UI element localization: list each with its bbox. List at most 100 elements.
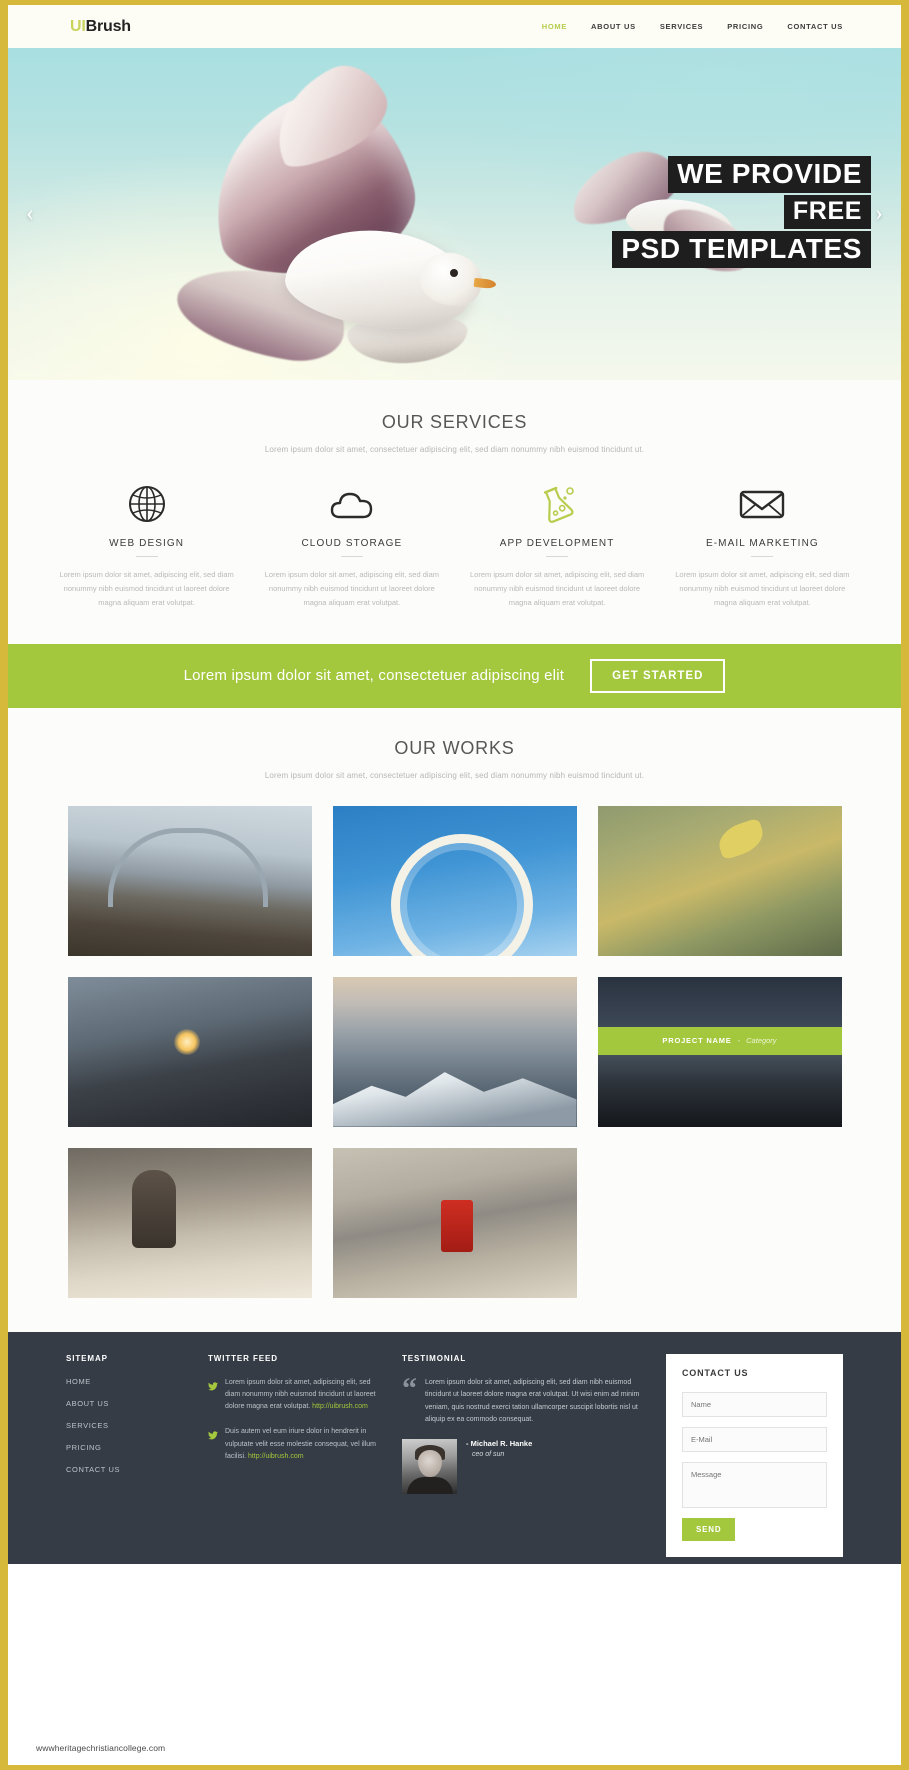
site-header: UIBrush HOME ABOUT US SERVICES PRICING C… [8, 5, 901, 48]
service-name-web-design: WEB DESIGN [109, 538, 185, 549]
logo-ui-text: UI [70, 17, 86, 35]
works-grid: PROJECT NAME - Category [8, 805, 901, 1298]
service-card-web-design[interactable]: WEB DESIGN Lorem ipsum dolor sit amet, a… [44, 482, 249, 610]
works-section: OUR WORKS Lorem ipsum dolor sit amet, co… [8, 707, 901, 1332]
contact-us-title: CONTACT US [682, 1367, 749, 1378]
service-name-app-development: APP DEVELOPMENT [499, 538, 615, 549]
service-divider [340, 556, 363, 557]
hero-line-3-text: PSD TEMPLATES [612, 231, 871, 268]
testimonial-author-block: - Michael R. Hanke ceo of sun [466, 1439, 532, 1458]
work-tile-mountains[interactable] [332, 976, 577, 1127]
flask-icon [467, 482, 648, 526]
hero-line-2-text: FREE [783, 195, 871, 229]
contact-form-card: CONTACT US SEND [666, 1353, 843, 1557]
sitemap-link-pricing[interactable]: PRICING [66, 1443, 186, 1452]
cta-banner: Lorem ipsum dolor sit amet, consectetuer… [8, 643, 901, 708]
work-overlay-project-name: PROJECT NAME [662, 1036, 732, 1046]
nav-item-contact-us[interactable]: CONTACT US [787, 22, 843, 31]
globe-icon [56, 482, 237, 526]
work-tile-street[interactable] [67, 1147, 312, 1298]
quote-mark-icon: “ [402, 1371, 417, 1405]
sitemap-title: SITEMAP [66, 1353, 108, 1363]
services-row: WEB DESIGN Lorem ipsum dolor sit amet, a… [8, 482, 901, 610]
testimonial-quote-wrap: “ Lorem ipsum dolor sit amet, adipiscing… [402, 1371, 644, 1427]
logo-brush-text: Brush [85, 17, 131, 35]
service-desc-cloud-storage: Lorem ipsum dolor sit amet, adipiscing e… [264, 570, 439, 607]
service-divider [546, 556, 569, 557]
hero-headline: WE PROVIDE FREE PSD TEMPLATES [612, 156, 871, 270]
services-title: OUR SERVICES [381, 412, 528, 432]
twitter-feed-title: TWITTER FEED [208, 1353, 278, 1363]
service-divider [135, 556, 158, 557]
service-desc-email-marketing: Lorem ipsum dolor sit amet, adipiscing e… [675, 570, 850, 607]
work-tile-ferris-wheel[interactable] [332, 805, 577, 956]
main-navigation: HOME ABOUT US SERVICES PRICING CONTACT U… [542, 22, 843, 31]
testimonial-author-name: - Michael R. Hanke [466, 1439, 533, 1448]
works-subtitle: Lorem ipsum dolor sit amet, consectetuer… [264, 770, 645, 780]
footer-sitemap-column: SITEMAP HOME ABOUT US SERVICES PRICING C… [66, 1354, 186, 1542]
watermark-text: wwwheritagechristiancollege.com [36, 1743, 166, 1753]
work-tile-sparkler[interactable] [67, 976, 312, 1127]
envelope-icon [672, 482, 853, 526]
service-desc-app-development: Lorem ipsum dolor sit amet, adipiscing e… [470, 570, 645, 607]
service-card-email-marketing[interactable]: E-MAIL MARKETING Lorem ipsum dolor sit a… [660, 482, 865, 610]
nav-item-pricing[interactable]: PRICING [727, 22, 763, 31]
hero-seagull-foreground [158, 52, 588, 380]
send-button[interactable]: SEND [682, 1517, 736, 1541]
hero-line-3: PSD TEMPLATES [612, 231, 871, 268]
testimonial-author-role: ceo of sun [472, 1451, 505, 1458]
hero-next-arrow-icon[interactable]: › [875, 201, 883, 228]
tweet-link-1[interactable]: http://uibrush.com [312, 1403, 368, 1410]
tweet-item: Duis autem vel eum iriure dolor in hendr… [208, 1426, 380, 1463]
service-card-app-development[interactable]: APP DEVELOPMENT Lorem ipsum dolor sit am… [455, 482, 660, 610]
hero-slider: ‹ › WE PROVIDE FREE PSD TEMPLATES [8, 48, 901, 380]
service-desc-web-design: Lorem ipsum dolor sit amet, adipiscing e… [59, 570, 234, 607]
services-subtitle: Lorem ipsum dolor sit amet, consectetuer… [264, 445, 645, 454]
work-tile-pier[interactable] [67, 805, 312, 956]
work-tile-project-overlay[interactable]: PROJECT NAME - Category [597, 976, 842, 1127]
testimonial-author-row: - Michael R. Hanke ceo of sun [402, 1439, 644, 1494]
footer-twitter-column: TWITTER FEED Lorem ipsum dolor sit amet,… [208, 1354, 380, 1542]
tweet-text: Lorem ipsum dolor sit amet, adipiscing e… [225, 1377, 380, 1414]
message-field[interactable] [682, 1461, 827, 1508]
hero-prev-arrow-icon[interactable]: ‹ [26, 201, 34, 228]
nav-item-home[interactable]: HOME [542, 22, 567, 31]
nav-item-about-us[interactable]: ABOUT US [591, 22, 636, 31]
site-footer: SITEMAP HOME ABOUT US SERVICES PRICING C… [8, 1331, 901, 1564]
footer-contact-column: CONTACT US SEND [666, 1353, 843, 1557]
services-section: OUR SERVICES Lorem ipsum dolor sit amet,… [8, 380, 901, 644]
work-tile-mailbox[interactable] [332, 1147, 577, 1298]
name-field[interactable] [682, 1391, 827, 1417]
work-overlay-category: Category [746, 1036, 777, 1046]
works-title: OUR WORKS [394, 737, 515, 758]
site-logo[interactable]: UIBrush [70, 18, 131, 36]
testimonial-title: TESTIMONIAL [402, 1353, 467, 1363]
email-field[interactable] [682, 1426, 827, 1452]
hero-line-1: WE PROVIDE [668, 156, 871, 193]
hero-line-1-text: WE PROVIDE [668, 156, 871, 193]
twitter-bird-icon [208, 1378, 218, 1414]
hero-line-2: FREE [783, 195, 871, 229]
service-card-cloud-storage[interactable]: CLOUD STORAGE Lorem ipsum dolor sit amet… [249, 482, 454, 610]
service-name-cloud-storage: CLOUD STORAGE [301, 538, 403, 549]
page-inner: UIBrush HOME ABOUT US SERVICES PRICING C… [8, 5, 901, 1765]
twitter-bird-icon [208, 1427, 218, 1463]
service-divider [751, 556, 774, 557]
avatar [402, 1439, 457, 1494]
tweet-text: Duis autem vel eum iriure dolor in hendr… [225, 1426, 380, 1463]
service-name-email-marketing: E-MAIL MARKETING [705, 538, 819, 549]
sitemap-link-contact-us[interactable]: CONTACT US [66, 1465, 186, 1474]
work-tile-autumn-leaves[interactable] [597, 805, 842, 956]
testimonial-quote-text: Lorem ipsum dolor sit amet, adipiscing e… [425, 1378, 640, 1424]
cta-text: Lorem ipsum dolor sit amet, consectetuer… [183, 667, 565, 685]
sitemap-link-about-us[interactable]: ABOUT US [66, 1399, 186, 1408]
work-overlay-bar: PROJECT NAME - Category [597, 1026, 842, 1055]
work-overlay-separator: - [737, 1036, 741, 1046]
cloud-icon [261, 482, 442, 526]
nav-item-services[interactable]: SERVICES [660, 22, 703, 31]
get-started-button[interactable]: GET STARTED [590, 658, 726, 693]
footer-testimonial-column: TESTIMONIAL “ Lorem ipsum dolor sit amet… [402, 1354, 644, 1542]
sitemap-link-services[interactable]: SERVICES [66, 1421, 186, 1430]
sitemap-link-home[interactable]: HOME [66, 1377, 186, 1386]
tweet-link-2[interactable]: http://uibrush.com [248, 1453, 304, 1460]
